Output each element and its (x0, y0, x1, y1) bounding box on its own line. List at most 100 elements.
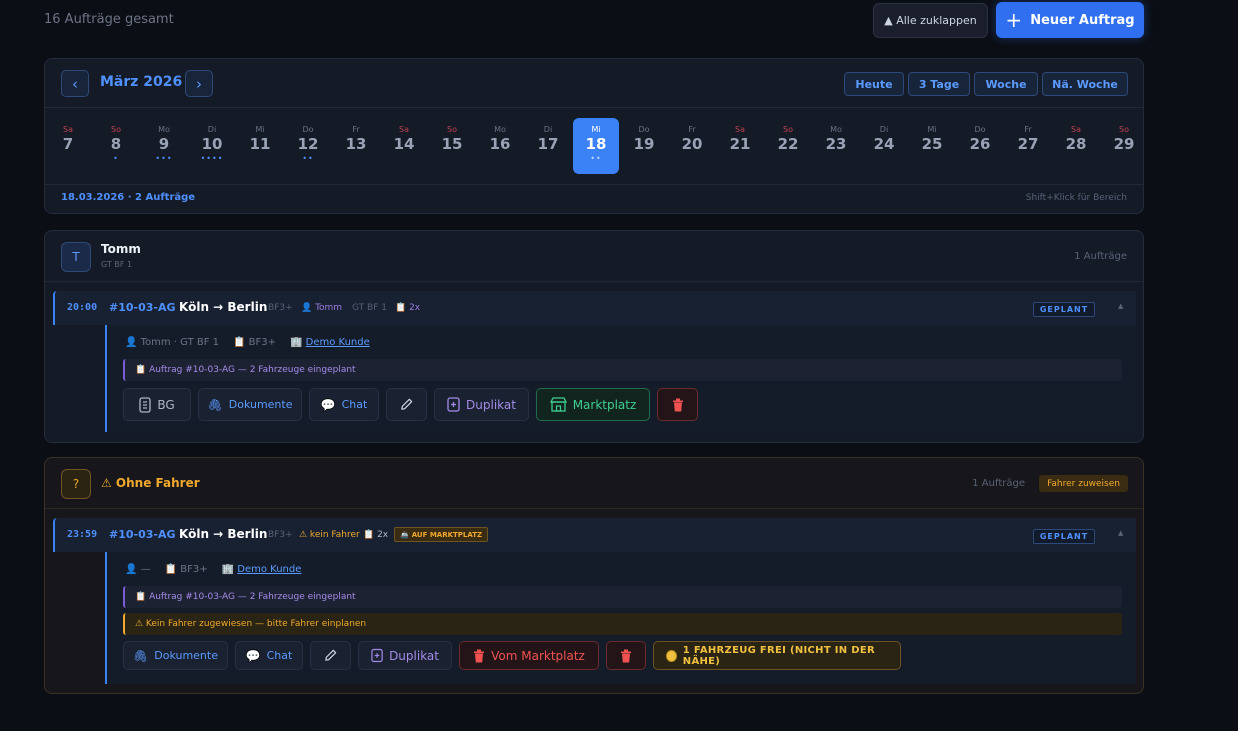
calendar-day-9[interactable]: Mo 9 ••• (141, 118, 187, 174)
marketplace-button[interactable]: Marktplatz (536, 388, 650, 421)
delete-button[interactable] (657, 388, 698, 421)
order-route: Köln → Berlin (179, 527, 268, 541)
day-number: 15 (441, 135, 463, 153)
calendar-day-27[interactable]: Fr 27 (1005, 118, 1051, 174)
no-driver-warning: ⚠ Kein Fahrer zugewiesen — bitte Fahrer … (123, 613, 1122, 635)
calendar-day-20[interactable]: Fr 20 (669, 118, 715, 174)
calendar-day-7[interactable]: Sa 7 (45, 118, 91, 174)
edit-button[interactable] (310, 641, 351, 670)
collapse-caret-icon[interactable]: ▲ (1118, 529, 1123, 537)
bg-button[interactable]: BG (123, 388, 191, 421)
plus-icon: + (1005, 8, 1023, 32)
calendar-day-25[interactable]: Mi 25 (909, 118, 955, 174)
calendar-day-8[interactable]: So 8 • (93, 118, 139, 174)
unassigned-group: ? ⚠ Ohne Fahrer 1 Aufträge Fahrer zuweis… (44, 457, 1144, 694)
three-days-button[interactable]: 3 Tage (908, 72, 970, 96)
edit-button[interactable] (386, 388, 427, 421)
chat-button[interactable]: 💬 Chat (309, 388, 379, 421)
day-number: 14 (393, 135, 415, 153)
new-order-label: Neuer Auftrag (1030, 12, 1135, 28)
documents-button[interactable]: 🖇 Dokumente (198, 388, 302, 421)
avatar: T (61, 242, 91, 272)
next-week-button[interactable]: Nä. Woche (1042, 72, 1128, 96)
calendar-day-23[interactable]: Mo 23 (813, 118, 859, 174)
documents-button[interactable]: 🖇 Dokumente (123, 641, 228, 670)
calendar-day-12[interactable]: Do 12 •• (285, 118, 331, 174)
customer-link[interactable]: Demo Kunde (237, 564, 301, 575)
weekday-label: Do (302, 125, 314, 134)
remove-from-marketplace-button[interactable]: Vom Marktplatz (459, 641, 599, 670)
calendar-day-16[interactable]: Mo 16 (477, 118, 523, 174)
driver-name: Tomm (101, 242, 141, 256)
order-note: 📋 Auftrag #10-03-AG — 2 Fahrzeuge eingep… (123, 586, 1122, 608)
month-label: März 2026 (100, 74, 183, 90)
new-order-button[interactable]: + Neuer Auftrag (996, 2, 1144, 38)
collapse-all-button[interactable]: ▲ Alle zuklappen (873, 3, 988, 38)
trash-icon (621, 649, 631, 662)
weekday-label: Mi (591, 125, 601, 134)
ship-icon: 🚢 (400, 530, 409, 539)
duplicate-button[interactable]: Duplikat (434, 388, 529, 421)
calendar-day-15[interactable]: So 15 (429, 118, 475, 174)
prev-month-button[interactable]: ‹ (61, 70, 89, 97)
day-number: 27 (1017, 135, 1039, 153)
order-header[interactable]: 23:59 #10-03-AG Köln → Berlin BF3+ ⚠ kei… (53, 518, 1136, 552)
duplicate-button[interactable]: Duplikat (358, 641, 452, 670)
order-driver: 👤 Tomm (301, 303, 343, 313)
next-month-button[interactable]: › (185, 70, 213, 97)
calendar-day-22[interactable]: So 22 (765, 118, 811, 174)
chat-label: Chat (266, 649, 293, 662)
customer-link[interactable]: Demo Kunde (306, 337, 370, 348)
order-actions: 🖇 Dokumente 💬 Chat Duplikat Vom Marktpla… (123, 641, 901, 670)
day-number: 21 (729, 135, 751, 153)
info-class: 📋 BF3+ (164, 564, 208, 575)
week-button[interactable]: Woche (974, 72, 1038, 96)
calendar-day-10[interactable]: Di 10 •••• (189, 118, 235, 174)
avatar: ? (61, 469, 91, 499)
calendar-day-13[interactable]: Fr 13 (333, 118, 379, 174)
assign-driver-badge[interactable]: Fahrer zuweisen (1039, 475, 1128, 492)
calendar-day-14[interactable]: Sa 14 (381, 118, 427, 174)
day-number: 9 (158, 135, 170, 153)
duplicate-label: Duplikat (389, 648, 439, 663)
group-order-count: 1 Aufträge (1074, 251, 1127, 262)
calendar-day-26[interactable]: Do 26 (957, 118, 1003, 174)
order-actions: BG 🖇 Dokumente 💬 Chat Duplikat Marktplat… (123, 388, 698, 421)
day-number: 25 (921, 135, 943, 153)
day-number: 13 (345, 135, 367, 153)
calendar-day-21[interactable]: Sa 21 (717, 118, 763, 174)
calendar-day-19[interactable]: Do 19 (621, 118, 667, 174)
order-note: 📋 Auftrag #10-03-AG — 2 Fahrzeuge eingep… (123, 359, 1122, 381)
weekday-label: Di (207, 125, 217, 134)
day-number: 26 (969, 135, 991, 153)
order-dots: • (113, 154, 119, 163)
documents-label: Dokumente (154, 649, 218, 662)
weekday-label: Mi (927, 125, 937, 134)
calendar-day-18[interactable]: Mi 18 •• (573, 118, 619, 174)
free-vehicle-button[interactable]: 1 FAHRZEUG FREI (NICHT IN DER NÄHE) (653, 641, 901, 670)
weekday-label: Do (974, 125, 986, 134)
calendar-day-28[interactable]: Sa 28 (1053, 118, 1099, 174)
day-number: 7 (62, 135, 74, 153)
order-info-row: 👤 — 📋 BF3+ 🏢 Demo Kunde (125, 564, 301, 575)
vehicle-quantity: 📋 2x (363, 530, 389, 540)
delete-button[interactable] (606, 641, 646, 670)
collapse-caret-icon[interactable]: ▲ (1118, 302, 1123, 310)
weekday-label: Sa (399, 125, 409, 134)
weekday-label: Sa (1071, 125, 1081, 134)
calendar-day-17[interactable]: Di 17 (525, 118, 571, 174)
duplicate-icon (447, 397, 460, 412)
weekday-label: Di (879, 125, 889, 134)
total-orders-label: 16 Aufträge gesamt (44, 12, 174, 27)
calendar-day-11[interactable]: Mi 11 (237, 118, 283, 174)
calendar-day-24[interactable]: Di 24 (861, 118, 907, 174)
day-number: 10 (201, 135, 223, 153)
today-button[interactable]: Heute (844, 72, 904, 96)
chat-icon: 💬 (320, 397, 336, 412)
status-badge: GEPLANT (1033, 302, 1095, 317)
vehicle-quantity: 📋 2x (395, 303, 421, 313)
calendar-day-29[interactable]: So 29 (1101, 118, 1147, 174)
order-header[interactable]: 20:00 #10-03-AG Köln → Berlin BF3+ 👤 Tom… (53, 291, 1136, 325)
weekday-label: Fr (688, 125, 696, 134)
chat-button[interactable]: 💬 Chat (235, 641, 303, 670)
